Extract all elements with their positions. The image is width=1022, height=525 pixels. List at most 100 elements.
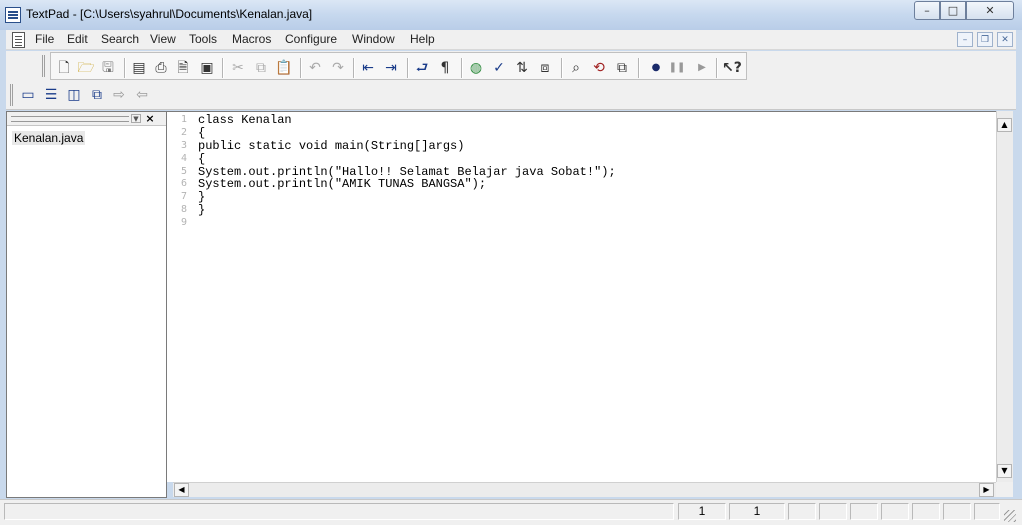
document-selector-pane: ▼ × Kenalan.java [6, 111, 167, 498]
close-icon[interactable]: × [144, 113, 156, 125]
menu-tools[interactable]: Tools [189, 32, 217, 46]
scrollbar-corner [996, 482, 1013, 497]
status-mode [788, 503, 816, 520]
visible-spaces-icon[interactable]: ¶ [436, 59, 454, 77]
toolbar-separator [561, 58, 562, 78]
textpad-app-icon[interactable] [5, 7, 21, 23]
horizontal-scrollbar[interactable]: ◀ ▶ [173, 482, 996, 497]
next-window-icon[interactable]: ⇨ [110, 86, 128, 104]
menu-bar: File Edit Search View Tools Macros Confi… [6, 30, 1016, 50]
line-number: 1 [180, 114, 187, 125]
compare-icon[interactable]: ⧈ [536, 59, 554, 77]
status-extra [974, 503, 1000, 520]
document-properties-icon[interactable]: ▣ [198, 59, 216, 77]
context-help-icon[interactable]: ↖? [722, 59, 742, 77]
print-preview-icon[interactable]: 🗎 [174, 59, 192, 77]
sort-icon[interactable]: ⇅ [513, 59, 531, 77]
code-line[interactable]: } [198, 191, 616, 204]
save-icon[interactable]: 🖫 [99, 59, 117, 77]
document-close-button[interactable]: ✕ [997, 32, 1013, 47]
paste-icon[interactable]: 📋 [275, 59, 293, 77]
line-number: 6 [180, 178, 187, 190]
menu-view[interactable]: View [150, 32, 176, 46]
status-block [850, 503, 878, 520]
cut-icon[interactable]: ✂ [229, 59, 247, 77]
status-line: 1 [678, 503, 726, 520]
code-line[interactable]: } [198, 204, 616, 217]
code-line[interactable]: public static void main(String[]args) [198, 139, 616, 153]
minimize-button[interactable]: – [914, 1, 940, 20]
copy-icon[interactable]: ⧉ [252, 59, 270, 77]
document-restore-button[interactable]: ❐ [977, 32, 993, 47]
toolbar-grip[interactable] [42, 55, 45, 77]
document-icon[interactable] [12, 32, 25, 48]
window-toolbar: ▭ ☰ ◫ ⧉ ⇨ ⇦ [6, 82, 1016, 110]
print-icon[interactable]: ⎙ [152, 59, 170, 77]
resize-grip[interactable] [1004, 510, 1016, 522]
title-bar: TextPad - [C:\Users\syahrul\Documents\Ke… [0, 0, 1022, 30]
redo-icon[interactable]: ↷ [329, 59, 347, 77]
chevron-down-icon[interactable]: ▼ [131, 114, 141, 123]
spell-check-icon[interactable]: ✓ [490, 59, 508, 77]
code-line[interactable]: System.out.println("AMIK TUNAS BANGSA"); [198, 178, 616, 191]
arrange-icon[interactable]: ⧉ [88, 86, 106, 104]
new-file-icon[interactable]: 🗋 [55, 59, 73, 77]
scroll-left-button[interactable]: ◀ [174, 483, 189, 497]
web-browser-icon[interactable]: ◍ [467, 59, 485, 77]
standard-toolbar: 🗋 🗁 🖫 ▤ ⎙ 🗎 ▣ ✂ ⧉ 📋 ↶ ↷ ⇤ ⇥ ⮐ ¶ ◍ ✓ ⇅ ⧈ … [6, 51, 1016, 82]
replace-icon[interactable]: ⟲ [590, 59, 608, 77]
find-in-files-icon[interactable]: ⧉ [613, 59, 631, 77]
scroll-up-button[interactable]: ▲ [997, 118, 1012, 132]
scroll-down-button[interactable]: ▼ [997, 464, 1012, 478]
record-macro-icon[interactable]: ● [647, 59, 665, 77]
menu-search[interactable]: Search [101, 32, 139, 46]
menu-configure[interactable]: Configure [285, 32, 337, 46]
maximize-button[interactable]: □ [940, 1, 966, 20]
toolbar-panel: 🗋 🗁 🖫 ▤ ⎙ 🗎 ▣ ✂ ⧉ 📋 ↶ ↷ ⇤ ⇥ ⮐ ¶ ◍ ✓ ⇅ ⧈ … [50, 52, 747, 80]
menu-file[interactable]: File [35, 32, 54, 46]
status-column: 1 [729, 503, 785, 520]
find-icon[interactable]: ⌕ [567, 59, 585, 77]
line-number: 5 [180, 165, 187, 177]
word-wrap-icon[interactable]: ⮐ [413, 59, 431, 77]
line-number: 8 [180, 204, 187, 216]
code-line[interactable] [198, 217, 616, 230]
code-text[interactable]: class Kenalan { public static void main(… [198, 114, 616, 230]
outdent-icon[interactable]: ⇥ [382, 59, 400, 77]
menu-macros[interactable]: Macros [232, 32, 271, 46]
code-line[interactable]: class Kenalan [198, 114, 616, 127]
toolbar-separator [716, 58, 717, 78]
next-icon[interactable]: ▶ [693, 59, 711, 77]
line-number: 2 [180, 126, 187, 138]
menu-help[interactable]: Help [410, 32, 435, 46]
indent-icon[interactable]: ⇤ [359, 59, 377, 77]
manage-files-icon[interactable]: ▤ [130, 59, 148, 77]
open-folder-icon[interactable]: 🗁 [77, 59, 95, 77]
line-number: 3 [180, 139, 187, 151]
play-macro-icon[interactable]: ❚❚ [668, 59, 686, 77]
menu-edit[interactable]: Edit [67, 32, 88, 46]
pane-grip[interactable] [11, 116, 129, 122]
code-editor[interactable]: 1 2 3 4 5 6 7 8 9 class Kenalan { public… [167, 111, 996, 482]
toolbar-separator [222, 58, 223, 78]
code-line[interactable]: { [198, 152, 616, 166]
code-line[interactable]: { [198, 126, 616, 140]
tile-vertical-icon[interactable]: ◫ [65, 86, 83, 104]
line-number: 9 [180, 217, 187, 229]
previous-window-icon[interactable]: ⇦ [133, 86, 151, 104]
document-minimize-button[interactable]: – [957, 32, 973, 47]
toolbar-separator [638, 58, 639, 78]
status-read-only [819, 503, 847, 520]
toolbar-grip[interactable] [10, 84, 13, 106]
tile-horizontal-icon[interactable]: ☰ [42, 86, 60, 104]
undo-icon[interactable]: ↶ [306, 59, 324, 77]
cascade-icon[interactable]: ▭ [19, 86, 37, 104]
toolbar-separator [300, 58, 301, 78]
window-title: TextPad - [C:\Users\syahrul\Documents\Ke… [26, 7, 313, 21]
vertical-scrollbar[interactable]: ▲ ▼ [996, 111, 1013, 482]
scroll-right-button[interactable]: ▶ [979, 483, 994, 497]
close-button[interactable]: ✕ [966, 1, 1014, 20]
status-message [4, 503, 674, 520]
menu-window[interactable]: Window [352, 32, 395, 46]
document-list-item[interactable]: Kenalan.java [12, 131, 86, 145]
